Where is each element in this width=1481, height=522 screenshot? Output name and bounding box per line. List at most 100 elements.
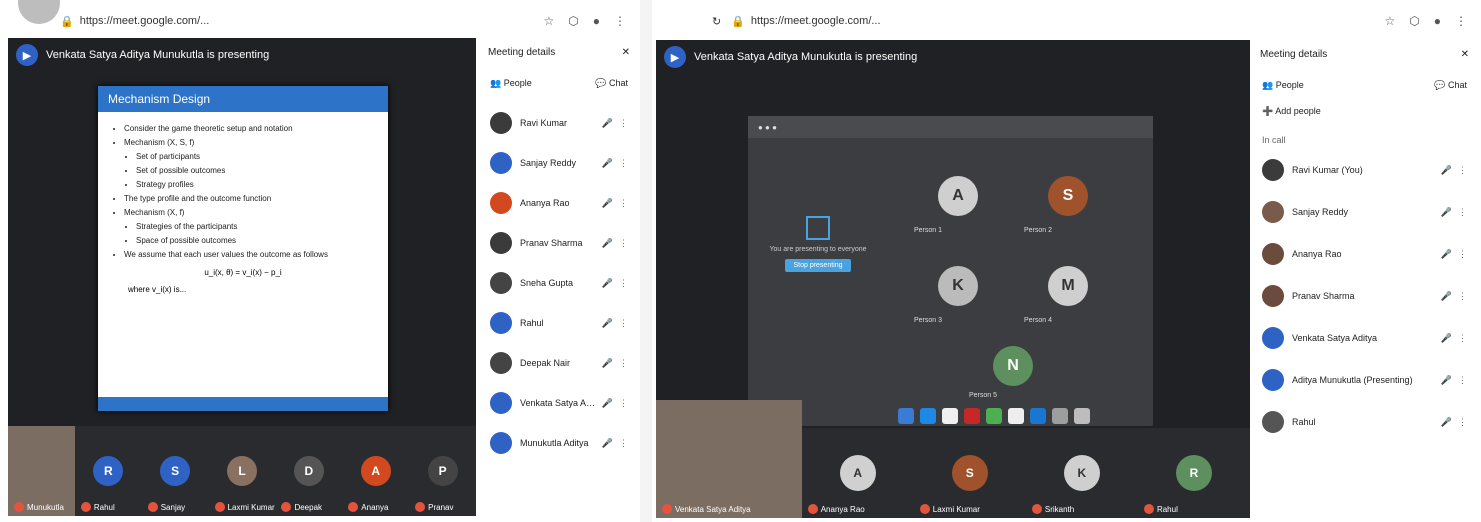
participant-tile[interactable]: R Rahul bbox=[75, 426, 142, 516]
participant-tile[interactable]: P Pranav bbox=[409, 426, 476, 516]
mic-icon[interactable]: 🎤 bbox=[602, 358, 613, 369]
trash-icon[interactable] bbox=[1074, 408, 1090, 424]
participant-row[interactable]: Aditya Munukutla (Presenting) 🎤 ⋮ bbox=[1252, 369, 1477, 391]
profile-icon[interactable]: ● bbox=[593, 14, 600, 28]
participant-row[interactable]: Pranav Sharma 🎤 ⋮ bbox=[480, 232, 638, 254]
mic-icon[interactable]: 🎤 bbox=[1441, 249, 1452, 260]
mic-icon[interactable]: 🎤 bbox=[1441, 291, 1452, 302]
tab-people[interactable]: 👥 People bbox=[490, 78, 532, 89]
finder-icon[interactable] bbox=[898, 408, 914, 424]
maps-icon[interactable] bbox=[986, 408, 1002, 424]
more-icon[interactable]: ⋮ bbox=[619, 238, 628, 249]
more-icon[interactable]: ⋮ bbox=[1458, 333, 1467, 344]
participant-row[interactable]: Sneha Gupta 🎤 ⋮ bbox=[480, 272, 638, 294]
participant-tile[interactable]: A Ananya Rao bbox=[802, 428, 914, 518]
more-icon[interactable]: ⋮ bbox=[1458, 417, 1467, 428]
left-screenshot: 🔒 https://meet.google.com/... ☆ ⬡ ● ⋮ ▶ … bbox=[0, 0, 640, 522]
more-icon[interactable]: ⋮ bbox=[619, 118, 628, 129]
star-icon[interactable]: ☆ bbox=[1385, 14, 1396, 28]
participant-tile[interactable]: R Rahul bbox=[1138, 428, 1250, 518]
mic-icon[interactable]: 🎤 bbox=[602, 278, 613, 289]
participant-name: Ananya Rao bbox=[520, 198, 570, 208]
gallery-tile[interactable]: N Person 5 bbox=[963, 331, 1063, 401]
participant-row[interactable]: Munukutla Aditya 🎤 ⋮ bbox=[480, 432, 638, 454]
participant-tile[interactable]: Venkata Satya Aditya bbox=[656, 400, 802, 518]
more-icon[interactable]: ⋮ bbox=[619, 318, 628, 329]
more-icon[interactable]: ⋮ bbox=[619, 438, 628, 449]
participant-tile[interactable]: A Ananya bbox=[342, 426, 409, 516]
participant-tile[interactable]: K Srikanth bbox=[1026, 428, 1138, 518]
participant-row[interactable]: Rahul 🎤 ⋮ bbox=[480, 312, 638, 334]
chrome-icon[interactable] bbox=[1008, 408, 1024, 424]
browser-icon[interactable] bbox=[920, 408, 936, 424]
mail-icon[interactable] bbox=[1030, 408, 1046, 424]
browser-address-bar[interactable]: ↻ 🔒 https://meet.google.com/... ☆ ⬡ ● ⋮ bbox=[652, 8, 1481, 34]
participant-row[interactable]: Ravi Kumar 🎤 ⋮ bbox=[480, 112, 638, 134]
reload-icon[interactable]: ↻ bbox=[712, 15, 721, 28]
gallery-tile[interactable]: A Person 1 bbox=[908, 156, 1008, 236]
more-icon[interactable]: ⋮ bbox=[1458, 375, 1467, 386]
participant-row[interactable]: Pranav Sharma 🎤 ⋮ bbox=[1252, 285, 1477, 307]
stop-presenting-button[interactable]: Stop presenting bbox=[785, 259, 851, 272]
more-icon[interactable]: ⋮ bbox=[619, 398, 628, 409]
mic-off-icon bbox=[415, 502, 426, 512]
avatar bbox=[490, 192, 512, 214]
extension-icon[interactable]: ⬡ bbox=[568, 14, 578, 28]
tab-chat[interactable]: 💬 Chat bbox=[1434, 80, 1467, 91]
tile-name: Sanjay bbox=[160, 502, 186, 512]
mic-icon[interactable]: 🎤 bbox=[602, 438, 613, 449]
participant-tile[interactable]: S Sanjay bbox=[142, 426, 209, 516]
more-icon[interactable]: ⋮ bbox=[619, 198, 628, 209]
mic-icon[interactable]: 🎤 bbox=[602, 198, 613, 209]
participant-row[interactable]: Ravi Kumar (You) 🎤 ⋮ bbox=[1252, 159, 1477, 181]
mic-icon[interactable]: 🎤 bbox=[602, 158, 613, 169]
gallery-tile[interactable]: K Person 3 bbox=[908, 246, 1008, 326]
browser-address-bar[interactable]: 🔒 https://meet.google.com/... ☆ ⬡ ● ⋮ bbox=[0, 8, 640, 34]
gallery-tile[interactable]: S Person 2 bbox=[1018, 156, 1118, 236]
more-icon[interactable]: ⋮ bbox=[1458, 249, 1467, 260]
close-icon[interactable]: ✕ bbox=[1461, 49, 1469, 60]
mic-icon[interactable]: 🎤 bbox=[602, 318, 613, 329]
menu-icon[interactable]: ⋮ bbox=[1455, 14, 1467, 28]
mic-icon[interactable]: 🎤 bbox=[602, 238, 613, 249]
more-icon[interactable]: ⋮ bbox=[619, 358, 628, 369]
more-icon[interactable]: ⋮ bbox=[1458, 291, 1467, 302]
calendar-icon[interactable] bbox=[964, 408, 980, 424]
add-people-button[interactable]: ➕ Add people bbox=[1252, 102, 1477, 121]
participant-tile[interactable]: Munukutla bbox=[8, 426, 75, 516]
mic-icon[interactable]: 🎤 bbox=[1441, 207, 1452, 218]
tab-chat[interactable]: 💬 Chat bbox=[595, 78, 628, 89]
participant-row[interactable]: Ananya Rao 🎤 ⋮ bbox=[480, 192, 638, 214]
participant-tile[interactable]: L Laxmi Kumar bbox=[209, 426, 276, 516]
participant-row[interactable]: Venkata Satya Aditya 🎤 ⋮ bbox=[480, 392, 638, 414]
participant-tile[interactable]: S Laxmi Kumar bbox=[914, 428, 1026, 518]
url-text[interactable]: https://meet.google.com/... bbox=[751, 15, 881, 27]
participant-row[interactable]: Sanjay Reddy 🎤 ⋮ bbox=[1252, 201, 1477, 223]
mic-icon[interactable]: 🎤 bbox=[1441, 417, 1452, 428]
participant-row[interactable]: Deepak Nair 🎤 ⋮ bbox=[480, 352, 638, 374]
participant-tile[interactable]: D Deepak bbox=[275, 426, 342, 516]
participant-row[interactable]: Ananya Rao 🎤 ⋮ bbox=[1252, 243, 1477, 265]
tab-people[interactable]: 👥 People bbox=[1262, 80, 1304, 91]
mic-icon[interactable]: 🎤 bbox=[1441, 375, 1452, 386]
settings-icon[interactable] bbox=[1052, 408, 1068, 424]
mic-icon[interactable]: 🎤 bbox=[1441, 333, 1452, 344]
gallery-tile[interactable]: M Person 4 bbox=[1018, 246, 1118, 326]
mic-icon[interactable]: 🎤 bbox=[602, 398, 613, 409]
mic-icon[interactable]: 🎤 bbox=[602, 118, 613, 129]
more-icon[interactable]: ⋮ bbox=[1458, 165, 1467, 176]
notes-icon[interactable] bbox=[942, 408, 958, 424]
star-icon[interactable]: ☆ bbox=[544, 14, 555, 28]
participant-row[interactable]: Rahul 🎤 ⋮ bbox=[1252, 411, 1477, 433]
more-icon[interactable]: ⋮ bbox=[1458, 207, 1467, 218]
url-text[interactable]: https://meet.google.com/... bbox=[80, 15, 210, 27]
participant-row[interactable]: Venkata Satya Aditya 🎤 ⋮ bbox=[1252, 327, 1477, 349]
more-icon[interactable]: ⋮ bbox=[619, 278, 628, 289]
profile-icon[interactable]: ● bbox=[1434, 14, 1441, 28]
participant-row[interactable]: Sanjay Reddy 🎤 ⋮ bbox=[480, 152, 638, 174]
extension-icon[interactable]: ⬡ bbox=[1409, 14, 1419, 28]
more-icon[interactable]: ⋮ bbox=[619, 158, 628, 169]
mic-icon[interactable]: 🎤 bbox=[1441, 165, 1452, 176]
menu-icon[interactable]: ⋮ bbox=[614, 14, 626, 28]
close-icon[interactable]: ✕ bbox=[622, 47, 630, 58]
